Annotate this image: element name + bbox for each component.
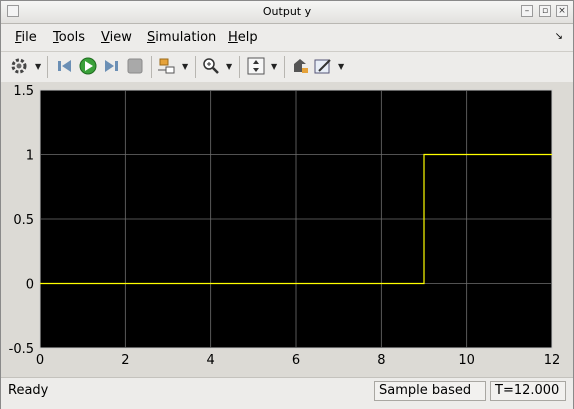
step-back-icon[interactable]	[55, 56, 75, 76]
sample-mode-indicator: Sample based	[374, 381, 486, 401]
title-bar: Output y – ▫ ×	[1, 1, 573, 24]
zoom-dropdown-icon[interactable]: ▼	[226, 62, 232, 71]
step-forward-icon[interactable]	[101, 56, 121, 76]
edit-style-dropdown-icon[interactable]: ▼	[338, 62, 344, 71]
close-button[interactable]: ×	[556, 5, 568, 17]
toolbar-separator	[151, 56, 152, 78]
zoom-icon[interactable]	[201, 56, 221, 76]
gear-dropdown-icon[interactable]: ▼	[35, 62, 41, 71]
stop-icon[interactable]	[125, 56, 145, 76]
y-tick-label: 0.5	[13, 213, 34, 228]
edit-style-icon[interactable]	[313, 56, 333, 76]
signal-select-dropdown-icon[interactable]: ▼	[182, 62, 188, 71]
maximize-button[interactable]: ▫	[539, 5, 551, 17]
signal-select-icon[interactable]	[157, 56, 177, 76]
toolbar-separator	[47, 56, 48, 78]
menu-file[interactable]: File	[15, 30, 37, 45]
gear-icon[interactable]	[9, 56, 29, 76]
toolbar: ▼ ▼ ▼ ▼ ▼	[1, 51, 573, 83]
scope-window: Output y – ▫ × File Tools View Simulatio…	[0, 0, 574, 409]
highlight-block-icon[interactable]	[290, 56, 310, 76]
simulation-time-indicator: T=12.000	[490, 381, 566, 401]
x-tick-label: 6	[292, 353, 300, 368]
scope-plot[interactable]: 0 2 4 6 8 10 12-0.500.511.5	[1, 82, 573, 377]
menu-help[interactable]: Help	[228, 30, 258, 45]
status-text: Ready	[8, 383, 49, 398]
menu-tools[interactable]: Tools	[53, 30, 85, 45]
window-title: Output y	[262, 5, 312, 18]
minimize-button[interactable]: –	[521, 5, 533, 17]
x-tick-label: 0	[36, 353, 44, 368]
menu-view[interactable]: View	[101, 30, 132, 45]
y-tick-label: -0.5	[9, 342, 34, 357]
menu-bar: File Tools View Simulation Help ↘	[1, 26, 573, 48]
y-tick-label: 1	[26, 149, 34, 164]
toolbar-separator	[284, 56, 285, 78]
status-bar: Ready Sample based T=12.000	[1, 377, 573, 409]
run-icon[interactable]	[78, 56, 98, 76]
x-tick-label: 8	[377, 353, 385, 368]
x-tick-label: 12	[544, 353, 561, 368]
x-tick-label: 4	[207, 353, 215, 368]
y-tick-label: 1.5	[13, 84, 34, 99]
menu-simulation[interactable]: Simulation	[147, 30, 216, 45]
x-tick-label: 10	[458, 353, 475, 368]
window-menu-button[interactable]	[7, 5, 19, 17]
autoscale-dropdown-icon[interactable]: ▼	[271, 62, 277, 71]
y-tick-label: 0	[26, 278, 34, 293]
x-tick-label: 2	[121, 353, 129, 368]
menu-dock-arrow-icon[interactable]: ↘	[555, 31, 563, 42]
toolbar-separator	[239, 56, 240, 78]
plot-panel: 0 2 4 6 8 10 12 -0.5 0 0.5 1 1.5	[1, 82, 573, 377]
toolbar-separator	[195, 56, 196, 78]
autoscale-icon[interactable]	[246, 56, 266, 76]
